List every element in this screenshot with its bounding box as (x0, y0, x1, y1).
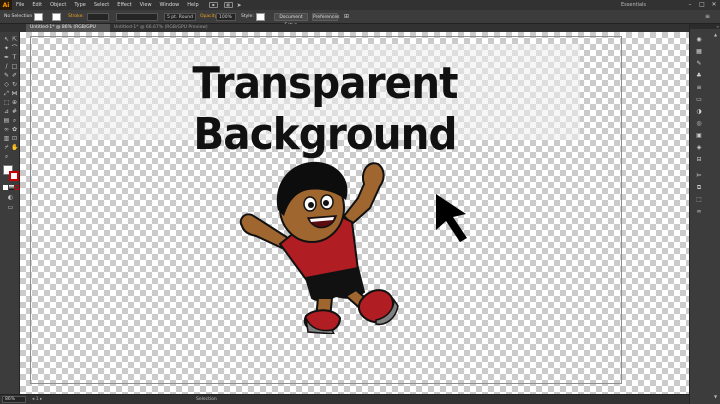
transparency-icon[interactable]: ◑ (695, 108, 703, 116)
gradient-icon[interactable]: ▤ (3, 117, 10, 124)
links-icon[interactable]: ∞ (695, 208, 703, 216)
artboard-navigation-icon[interactable]: ◂ 1 ▸ (32, 395, 42, 404)
cartoon-boy-illustration (239, 161, 399, 334)
paintbrush-icon[interactable]: ✎ (3, 72, 10, 79)
document-tabs: Untitled-1* @ 86% (RGB/GPU Preview) Unti… (0, 24, 689, 38)
style-label: Style: (241, 14, 254, 19)
transform-icon[interactable]: ⬚ (695, 196, 703, 204)
app-logo: Ai (0, 0, 12, 10)
graphic-styles-icon[interactable]: ▣ (695, 132, 703, 140)
graph-icon[interactable]: ▥ (3, 135, 10, 142)
menu-select[interactable]: Select (90, 2, 113, 8)
title-artwork: Transparent Background (70, 44, 580, 160)
zoom-level-field[interactable]: 86% (2, 396, 26, 403)
scale-icon[interactable]: ⤢ (3, 90, 10, 97)
symbol-sprayer-icon[interactable]: ✿ (11, 126, 18, 133)
direct-select-icon[interactable]: ⇱ (11, 36, 18, 43)
selection-status: No Selection (4, 14, 33, 19)
control-bar: No Selection Stroke: 5 pt. Round Opacity… (0, 10, 720, 28)
control-menu-icon[interactable]: ≡ (705, 13, 710, 21)
stroke-label[interactable]: Stroke: (68, 13, 84, 21)
align-icon[interactable]: ⊨ (695, 172, 703, 180)
bridge-icon[interactable]: ▪ (208, 2, 218, 8)
tab-document-1[interactable]: Untitled-1* @ 86% (RGB/GPU Preview) (26, 24, 110, 38)
panel-dock: » ◉ ▦ ✎ ♣ ≡ ▭ ◑ ◎ ▣ ◈ ⊟ ⊨ ⧉ ⬚ ∞ ▲ ▼ (689, 24, 720, 404)
type-icon[interactable]: T (11, 54, 18, 61)
menu-type[interactable]: Type (70, 2, 89, 8)
magic-wand-icon[interactable]: ✦ (3, 45, 10, 52)
pencil-icon[interactable]: ✐ (11, 72, 18, 79)
arrange-documents-icon[interactable]: ▦ (223, 2, 233, 8)
arrow-cursor-icon (436, 194, 467, 242)
color-panel-icon[interactable]: ◉ (695, 36, 703, 44)
slice-icon[interactable]: ⌿ (3, 144, 10, 151)
artboard-icon[interactable]: ⊡ (11, 135, 18, 142)
brush-definition[interactable]: 5 pt. Round (164, 13, 196, 21)
zoom-icon[interactable]: ⌕ (3, 153, 10, 160)
opacity-field[interactable]: 100% (216, 13, 236, 21)
lasso-icon[interactable]: ⌒ (11, 45, 18, 52)
rotate-icon[interactable]: ↻ (11, 81, 18, 88)
appearance-icon[interactable]: ◎ (695, 120, 703, 128)
minimize-icon[interactable]: – (684, 0, 696, 10)
pen-icon[interactable]: ✒ (3, 54, 10, 61)
align-options-icon[interactable]: ⊞ (344, 13, 349, 21)
menu-help[interactable]: Help (183, 2, 202, 8)
color-mode-icon[interactable] (3, 185, 8, 190)
current-tool-status: Selection (196, 397, 217, 402)
close-icon[interactable]: ✕ (708, 0, 720, 10)
selection-icon[interactable]: ↖ (3, 36, 10, 43)
maximize-icon[interactable]: □ (696, 0, 708, 10)
eyedropper-icon[interactable]: ⌕ (11, 117, 18, 124)
eraser-icon[interactable]: ◇ (3, 81, 10, 88)
free-transform-icon[interactable]: ⬚ (3, 99, 10, 106)
none-mode-icon[interactable] (15, 185, 19, 190)
stroke-weight-field[interactable] (87, 13, 109, 21)
send-icon[interactable]: ➤ (237, 2, 242, 9)
brushes-icon[interactable]: ✎ (695, 60, 703, 68)
rectangle-icon[interactable]: □ (11, 63, 18, 70)
mesh-icon[interactable]: # (11, 108, 18, 115)
pathfinder-icon[interactable]: ⧉ (695, 184, 703, 192)
blend-icon[interactable]: ∞ (3, 126, 10, 133)
menu-view[interactable]: View (136, 2, 156, 8)
menu-edit[interactable]: Edit (28, 2, 46, 8)
dock-collapse-icon[interactable]: » (690, 24, 720, 29)
screen-mode-icon[interactable]: ▭ (7, 204, 14, 211)
tab-document-2[interactable]: Untitled-1* @ 66.67% (RGB/GPU Preview) (110, 24, 210, 32)
menu-bar: Ai File Edit Object Type Select Effect V… (0, 0, 720, 10)
artboards-icon[interactable]: ⊟ (695, 156, 703, 164)
gradient-mode-icon[interactable] (9, 185, 14, 190)
document-setup-button[interactable]: Document Setup (274, 13, 308, 28)
symbols-icon[interactable]: ♣ (695, 72, 703, 80)
headline-text: Transparent Background (192, 58, 458, 160)
canvas[interactable]: Transparent Background (20, 32, 689, 394)
hand-icon[interactable]: ✋ (11, 144, 18, 151)
draw-mode-icon[interactable]: ◐ (7, 194, 14, 201)
perspective-icon[interactable]: ⊿ (3, 108, 10, 115)
menu-object[interactable]: Object (46, 2, 70, 8)
stroke-color-box[interactable] (9, 171, 19, 181)
workspace-switcher[interactable]: Essentials (618, 1, 678, 9)
gradient-panel-icon[interactable]: ▭ (695, 96, 703, 104)
tools-panel: ↖ ⇱ ✦ ⌒ ✒ T / □ ✎ ✐ ◇ ↻ ⤢ ⋈ ⬚ ⊕ ⊿ # ▤ ⌕ … (0, 32, 20, 394)
width-icon[interactable]: ⋈ (11, 90, 18, 97)
line-icon[interactable]: / (3, 63, 10, 70)
swatches-icon[interactable]: ▦ (695, 48, 703, 56)
preferences-button[interactable]: Preferences (312, 13, 339, 21)
menu-effect[interactable]: Effect (113, 2, 135, 8)
fill-swatch[interactable] (34, 13, 43, 21)
graphic-style-swatch[interactable] (256, 13, 265, 21)
menu-window[interactable]: Window (156, 2, 184, 8)
dock-scrollbar[interactable]: ▲ ▼ (713, 32, 718, 402)
menu-file[interactable]: File (12, 2, 28, 8)
stroke-swatch[interactable] (52, 13, 61, 21)
stroke-icon[interactable]: ≡ (695, 84, 703, 92)
status-bar: 86% ◂ 1 ▸ Selection (0, 394, 689, 404)
variable-width-profile[interactable] (116, 13, 158, 21)
shape-builder-icon[interactable]: ⊕ (11, 99, 18, 106)
layers-icon[interactable]: ◈ (695, 144, 703, 152)
